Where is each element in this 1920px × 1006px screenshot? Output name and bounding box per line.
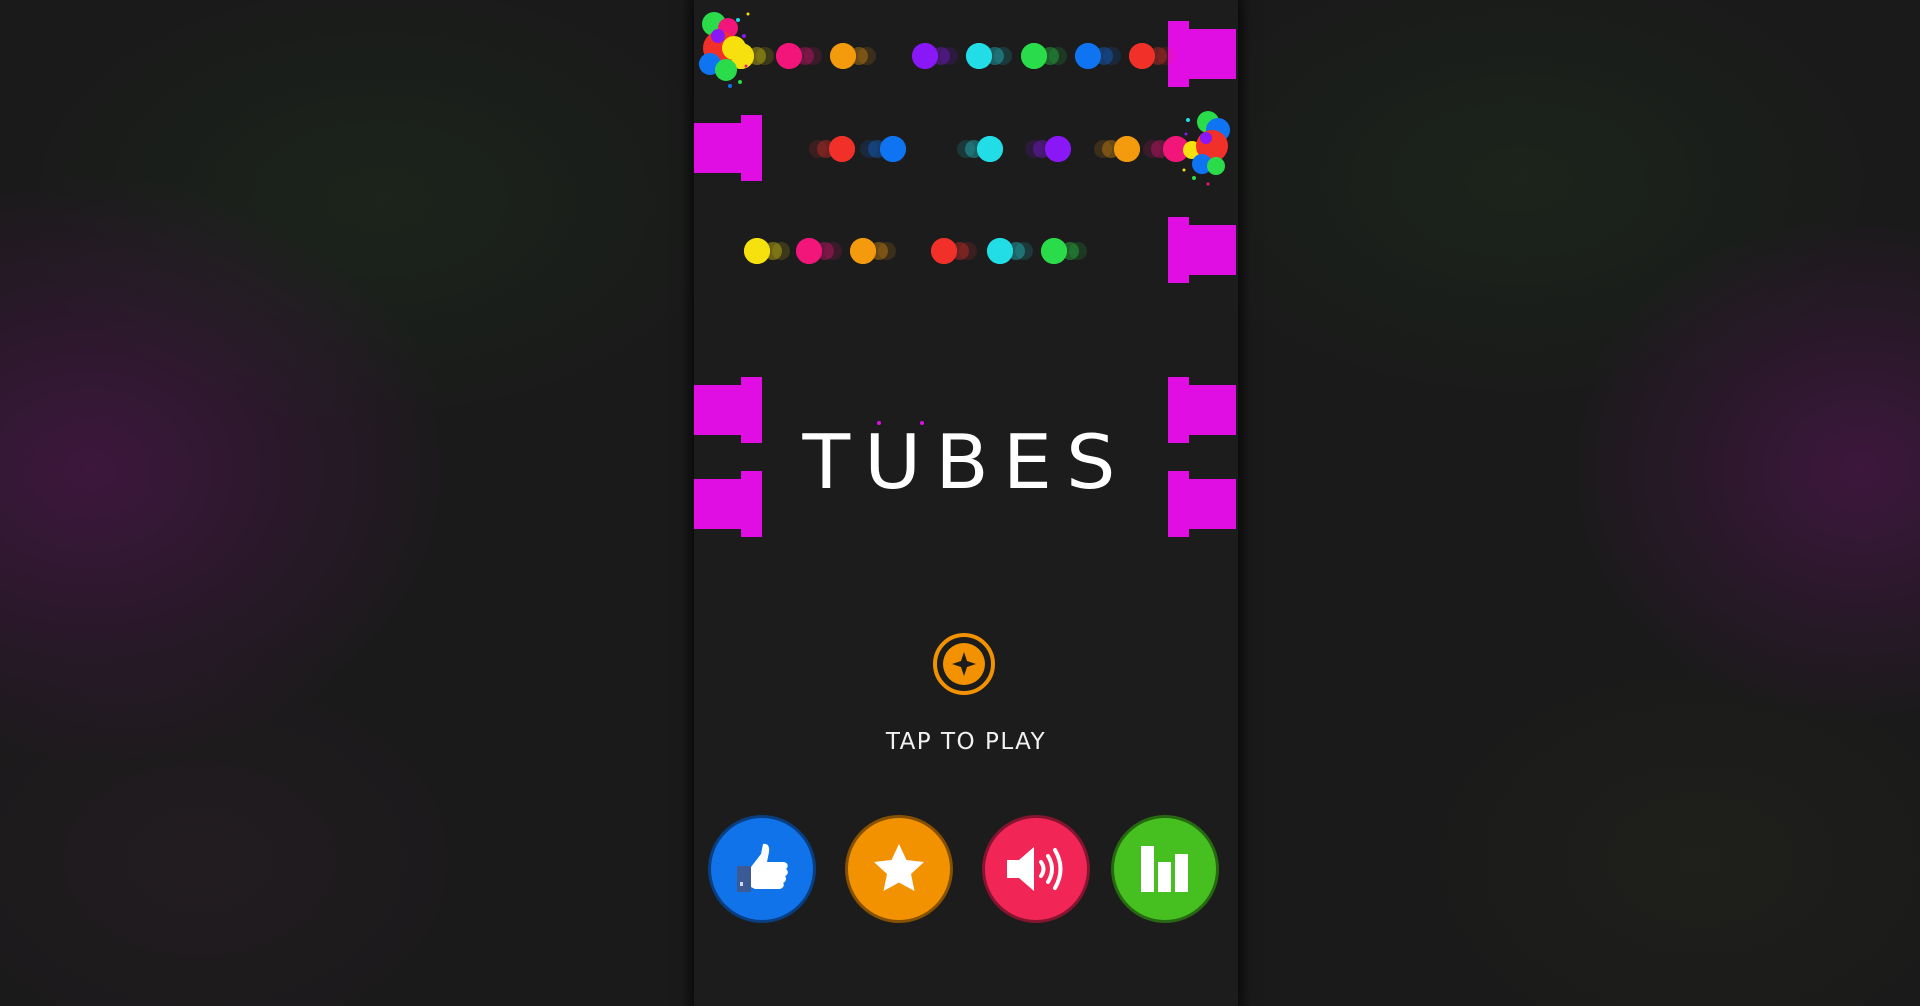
like-button[interactable] (708, 815, 816, 923)
thumbs-up-icon (737, 843, 788, 892)
ball (912, 43, 958, 69)
ball (966, 43, 1012, 69)
game-title: TUBES (802, 419, 1130, 507)
play-button[interactable] (932, 632, 996, 696)
ball (860, 136, 906, 162)
ball (1075, 43, 1121, 69)
sound-button[interactable] (982, 815, 1090, 923)
speaker-icon (1007, 847, 1063, 891)
umlaut-dot-left (877, 421, 881, 425)
paint-splash-top-left (699, 12, 750, 88)
ball (1094, 136, 1140, 162)
pipe-body (1188, 29, 1236, 79)
ball (830, 43, 876, 69)
ball (796, 238, 842, 264)
paint-splash-right (1182, 111, 1230, 186)
ball (809, 136, 855, 162)
ball (987, 238, 1033, 264)
ball (931, 238, 977, 264)
ball (1129, 43, 1175, 69)
ball (1041, 238, 1087, 264)
pipe-rim (741, 115, 762, 181)
pipe-body (1188, 225, 1236, 275)
bar-chart-icon (1141, 846, 1188, 892)
right-shadow-edge (1238, 0, 1250, 1006)
ball (850, 238, 896, 264)
ball (776, 43, 822, 69)
umlaut-dot-right (920, 421, 924, 425)
ball (1025, 136, 1071, 162)
tap-to-play-label: TAP TO PLAY (885, 729, 1047, 755)
star-icon (874, 844, 924, 891)
ball (957, 136, 1003, 162)
pipe-body (694, 123, 742, 173)
rate-button[interactable] (845, 815, 953, 923)
game-screen[interactable]: TUBES TAP TO PLAY (694, 0, 1238, 1006)
pipe-rim (1168, 217, 1189, 283)
left-shadow-edge (682, 0, 694, 1006)
ball (1021, 43, 1067, 69)
ball (744, 238, 790, 264)
leaderboard-button[interactable] (1111, 815, 1219, 923)
